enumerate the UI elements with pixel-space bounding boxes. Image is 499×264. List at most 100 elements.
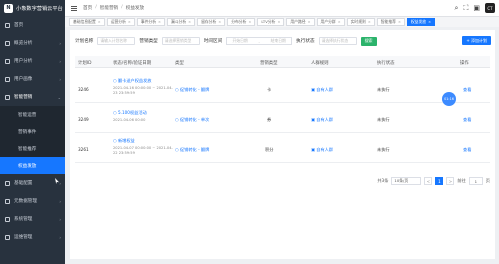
sidebar-subitem-smart-recommend[interactable]: 智能推荐 bbox=[0, 140, 65, 157]
close-icon[interactable]: × bbox=[188, 20, 191, 24]
tab-benefit-issue[interactable]: 权益发放 × bbox=[406, 18, 436, 26]
close-icon[interactable]: × bbox=[218, 20, 221, 24]
tab-label: 实时规则 bbox=[350, 19, 366, 24]
close-icon[interactable]: × bbox=[368, 20, 371, 24]
sidebar-item-ops[interactable]: 运维管理 › bbox=[0, 228, 65, 246]
exec-status: 未执行 bbox=[377, 117, 390, 122]
notification-icon[interactable]: ▣ bbox=[473, 4, 480, 12]
home-icon bbox=[5, 22, 10, 28]
tab-bar: 基础信息配置 × 运营分析 × 事件分析 × 漏斗分析 × 留存分析 × 分布分析 × LT… bbox=[65, 16, 499, 27]
sidebar-item-label: 用户分析 bbox=[14, 59, 33, 64]
chevron-down-icon: ⌄ bbox=[57, 94, 61, 100]
status-select[interactable]: 请选择执行状态 bbox=[318, 37, 357, 45]
close-icon[interactable]: × bbox=[128, 20, 131, 24]
end-date: 结束日期 bbox=[270, 38, 286, 43]
plan-name[interactable]: ○ 新增权益 bbox=[113, 138, 135, 144]
config-icon bbox=[5, 180, 10, 186]
tab-retention[interactable]: 留存分析 × bbox=[197, 18, 226, 26]
app-title: 小象数字营销云平台 bbox=[16, 5, 63, 12]
close-icon[interactable]: × bbox=[158, 20, 161, 24]
campaign-type-label: 营销类型 bbox=[139, 39, 158, 44]
close-icon[interactable]: × bbox=[277, 20, 280, 24]
next-page-button[interactable]: > bbox=[446, 177, 455, 185]
plan-name-input[interactable]: 请输入计划名称 bbox=[97, 37, 136, 45]
tab-funnel[interactable]: 漏斗分析 × bbox=[166, 18, 196, 26]
topbar-actions: ⌕ ⛶ ▣ CT bbox=[455, 3, 495, 13]
sidebar-subitem-benefit-issue[interactable]: 权益发放 bbox=[0, 157, 65, 174]
sidebar-item-label: 用户画像 bbox=[14, 77, 33, 82]
plan-id: 3246 bbox=[78, 87, 89, 92]
page-number-current[interactable]: 1 bbox=[435, 177, 444, 185]
close-icon[interactable]: × bbox=[248, 20, 251, 24]
close-icon[interactable]: × bbox=[398, 20, 401, 24]
sidebar-item-overview[interactable]: 概览分析 › bbox=[0, 34, 65, 52]
sidebar-item-label: 基础配置 bbox=[14, 181, 33, 186]
sidebar-item-home[interactable]: 首页 bbox=[0, 16, 65, 34]
start-date: 开始日期 bbox=[232, 38, 248, 43]
col-status-name-date: 状态/名称/验证日期 bbox=[113, 61, 152, 66]
tab-label: 基础信息配置 bbox=[73, 19, 96, 24]
plan-name[interactable]: ○ 5.100权益活动 bbox=[113, 110, 147, 116]
campaign-type-select[interactable]: 请选择营销类型 bbox=[161, 37, 200, 45]
avatar[interactable]: CT bbox=[485, 3, 495, 13]
tab-ltv[interactable]: LTV分析 × bbox=[257, 18, 285, 26]
tab-smart-recommend[interactable]: 智能推荐 × bbox=[376, 18, 405, 26]
date-range-picker[interactable]: 开始日期 - 结束日期 bbox=[226, 37, 293, 45]
search-icon[interactable]: ⌕ bbox=[455, 4, 459, 13]
table-row: 3246 ○ 翻卡送户权益发放 2021-04-16 00:00:00 ~ 20… bbox=[75, 74, 490, 103]
breadcrumb-item[interactable]: 智能营销 bbox=[100, 5, 118, 11]
col-crowd-rule: 人群规则 bbox=[311, 61, 329, 66]
sidebar-item-smart-marketing[interactable]: 智能营销 ⌄ bbox=[0, 88, 65, 106]
view-link[interactable]: 查看 bbox=[463, 117, 471, 123]
crowd-rule: ▣ 自有人群 bbox=[311, 87, 334, 92]
table-header: 计划ID 状态/名称/验证日期 类型 营销类型 人群规则 执行状态 操作 bbox=[75, 56, 490, 68]
close-icon[interactable]: × bbox=[308, 20, 311, 24]
plan-date: 2021-04-06 00:00 bbox=[113, 118, 146, 122]
tab-event-analysis[interactable]: 事件分析 × bbox=[136, 18, 165, 26]
close-icon[interactable]: × bbox=[428, 20, 431, 24]
tab-label: 事件分析 bbox=[140, 19, 157, 24]
tab-realtime-rules[interactable]: 实时规则 × bbox=[346, 18, 375, 26]
plan-name[interactable]: ○ 翻卡送户权益发放 bbox=[113, 78, 152, 84]
fullscreen-icon[interactable]: ⛶ bbox=[463, 4, 468, 13]
goto-page-input[interactable]: 1 bbox=[468, 177, 483, 185]
add-plan-button[interactable]: + 添加计划 bbox=[462, 36, 491, 45]
goto-label: 前往 bbox=[457, 178, 466, 183]
table-row: 3249 ○ 5.100权益活动 2021-04-06 00:00 ○ 促销转化… bbox=[75, 104, 490, 133]
filter-bar: 计划名称 请输入计划名称 营销类型 请选择营销类型 时间区间 开始日期 - 结束… bbox=[75, 36, 377, 46]
floating-bubble[interactable]: 01:16 bbox=[442, 92, 456, 106]
tab-label: 用户路径 bbox=[290, 19, 306, 24]
menu-toggle-icon[interactable] bbox=[71, 5, 77, 11]
pagination: 共3条 10条/页 < 1 > 前往 1 页 bbox=[377, 177, 490, 185]
view-link[interactable]: 查看 bbox=[463, 87, 471, 93]
sidebar-item-user-portrait[interactable]: 用户画像 › bbox=[0, 70, 65, 88]
sidebar-item-user-analysis[interactable]: 用户分析 › bbox=[0, 52, 65, 70]
close-icon[interactable]: × bbox=[98, 20, 101, 24]
tab-ops-analysis[interactable]: 运营分析 × bbox=[106, 18, 135, 26]
breadcrumb-item[interactable]: 首页 bbox=[83, 5, 92, 11]
plan-type: ○ 促销转化 - 翻牌 bbox=[175, 147, 210, 152]
chevron-right-icon: › bbox=[59, 234, 61, 240]
sidebar-item-system[interactable]: 系统管理 › bbox=[0, 210, 65, 228]
breadcrumb-item: 权益发放 bbox=[125, 6, 145, 11]
page-size-select[interactable]: 10条/页 bbox=[391, 177, 422, 185]
close-icon[interactable]: × bbox=[338, 20, 341, 24]
tab-label: LTV分析 bbox=[261, 19, 276, 24]
tab-base-info[interactable]: 基础信息配置 × bbox=[69, 18, 105, 26]
chevron-right-icon: › bbox=[59, 198, 61, 204]
tab-user-path[interactable]: 用户路径 × bbox=[286, 18, 315, 26]
sidebar-subitem-smart-ops[interactable]: 智能运营 bbox=[0, 106, 65, 123]
total-count: 共3条 bbox=[377, 178, 389, 183]
view-link[interactable]: 查看 bbox=[463, 147, 471, 153]
tab-user-groups[interactable]: 用户分群 × bbox=[316, 18, 345, 26]
sidebar-subitem-marketing-events[interactable]: 营销事件 bbox=[0, 123, 65, 140]
prev-page-button[interactable]: < bbox=[424, 177, 433, 185]
tab-distribution[interactable]: 分布分析 × bbox=[227, 18, 256, 26]
search-button[interactable]: 搜索 bbox=[360, 36, 377, 46]
sidebar-item-metadata[interactable]: 元数据管理 › bbox=[0, 192, 65, 210]
plan-type: ○ 促销转化 - 单次 bbox=[175, 117, 210, 122]
system-icon bbox=[5, 216, 10, 222]
ops-icon bbox=[5, 234, 10, 240]
campaign-type: 券 bbox=[267, 117, 272, 122]
sidebar-item-base-config[interactable]: 基础配置 › bbox=[0, 174, 65, 192]
